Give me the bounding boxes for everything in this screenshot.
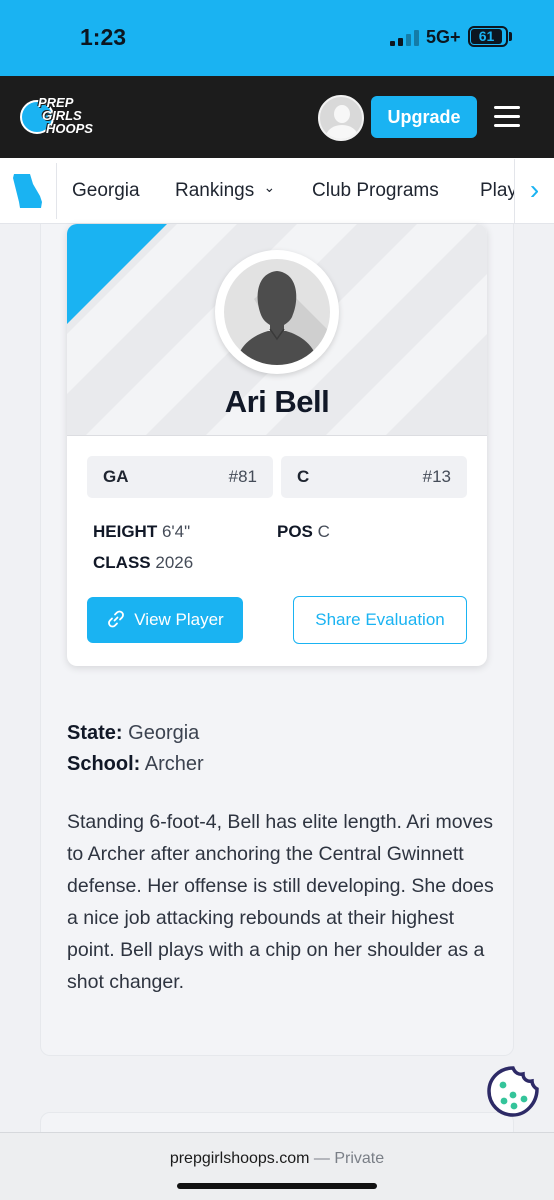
chevron-down-icon: ⌄ — [263, 179, 276, 195]
silhouette-icon — [236, 271, 330, 365]
view-player-button[interactable]: View Player — [87, 597, 243, 643]
position-rank: #13 — [422, 467, 451, 486]
player-card: Ari Bell GA #81 C #13 HEIGHT 6'4" POS C … — [67, 224, 487, 666]
cookie-icon[interactable] — [486, 1065, 540, 1119]
position-attribute: POS C — [277, 522, 330, 541]
school-info: School: Archer — [67, 753, 204, 775]
status-time: 1:23 — [80, 24, 127, 50]
site-logo[interactable]: PREP GIRLS HOOPS — [20, 96, 100, 140]
georgia-state-icon[interactable] — [10, 172, 46, 210]
nav-item-players[interactable]: Play — [480, 180, 517, 202]
height-attribute: HEIGHT 6'4" — [93, 522, 191, 541]
state-rank: #81 — [228, 467, 257, 486]
logo-text: PREP GIRLS HOOPS — [38, 95, 93, 136]
share-evaluation-button[interactable]: Share Evaluation — [293, 596, 467, 644]
state-rank-box: GA #81 — [87, 456, 273, 498]
state-abbr: GA — [103, 467, 129, 486]
browser-url[interactable]: prepgirlshoops.com — Private — [0, 1150, 554, 1168]
user-avatar[interactable] — [318, 95, 364, 141]
battery-cap — [509, 32, 512, 41]
nav-scroll-right-icon[interactable]: › — [514, 159, 554, 223]
player-card-banner: Ari Bell — [67, 224, 487, 436]
link-icon — [108, 610, 125, 628]
nav-item-georgia[interactable]: Georgia — [72, 180, 140, 202]
position-abbr: C — [297, 467, 310, 486]
player-photo — [215, 250, 339, 374]
nav-divider — [56, 163, 57, 219]
class-attribute: CLASS 2026 — [93, 553, 194, 572]
position-rank-box: C #13 — [281, 456, 467, 498]
battery-icon: 61 — [468, 26, 508, 47]
home-indicator — [177, 1183, 377, 1189]
player-name: Ari Bell — [224, 384, 330, 419]
battery-level: 61 — [471, 29, 502, 44]
nav-item-club-programs[interactable]: Club Programs — [312, 180, 439, 202]
state-info: State: Georgia — [67, 722, 200, 744]
network-label: 5G+ — [426, 27, 461, 47]
player-bio: Standing 6-foot-4, Bell has elite length… — [67, 811, 494, 993]
hamburger-menu-icon[interactable] — [494, 106, 520, 128]
upgrade-button[interactable]: Upgrade — [371, 96, 477, 138]
signal-icon — [390, 30, 420, 46]
nav-item-rankings[interactable]: Rankings ⌄ — [175, 179, 276, 202]
